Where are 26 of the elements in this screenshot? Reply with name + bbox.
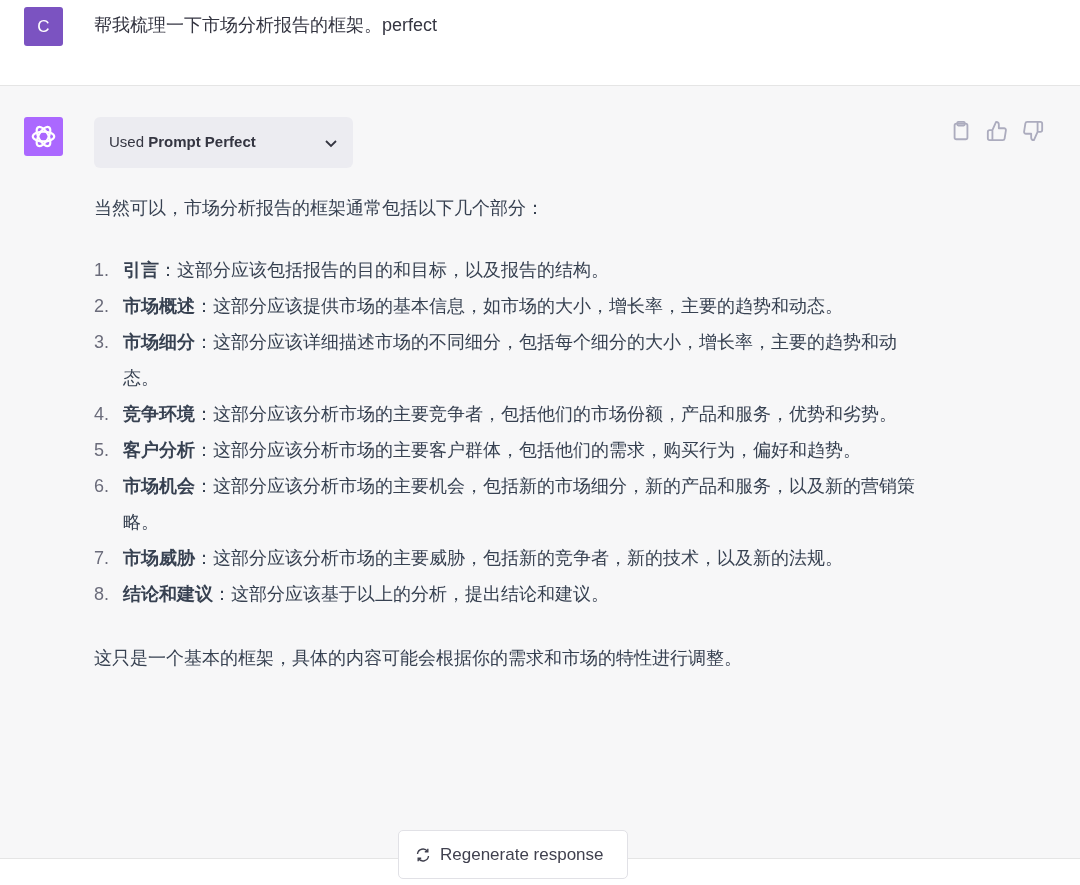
list-item-text: 竞争环境：这部分应该分析市场的主要竞争者，包括他们的市场份额，产品和服务，优势和劣势。 bbox=[123, 403, 897, 426]
user-message: 帮我梳理一下市场分析报告的框架。perfect bbox=[94, 14, 438, 37]
list-number: 6. bbox=[94, 475, 110, 498]
list-number: 1. bbox=[94, 259, 110, 282]
plugin-dropdown[interactable]: Used Prompt Perfect bbox=[94, 117, 353, 168]
list-item-text: 客户分析：这部分应该分析市场的主要客户群体，包括他们的需求，购买行为，偏好和趋势。 bbox=[123, 439, 861, 462]
list-number: 4. bbox=[94, 403, 110, 426]
list-number: 7. bbox=[94, 547, 110, 570]
list-number: 8. bbox=[94, 583, 110, 606]
regenerate-button[interactable]: Regenerate response bbox=[398, 830, 628, 879]
list-item-text: 市场机会：这部分应该分析市场的主要机会，包括新的市场细分，新的产品和服务，以及新的营销策略。 bbox=[123, 475, 916, 534]
user-avatar: C bbox=[24, 7, 63, 46]
refresh-icon bbox=[415, 846, 431, 863]
list-item-text: 市场威胁：这部分应该分析市场的主要威胁，包括新的竞争者，新的技术，以及新的法规。 bbox=[123, 547, 843, 570]
thumbs-down-icon[interactable] bbox=[1022, 120, 1044, 142]
thumbs-up-icon[interactable] bbox=[986, 120, 1008, 142]
assistant-logo-icon bbox=[24, 117, 63, 156]
list-item-text: 结论和建议：这部分应该基于以上的分析，提出结论和建议。 bbox=[123, 583, 609, 606]
response-paragraph: 这只是一个基本的框架，具体的内容可能会根据你的需求和市场的特性进行调整。 bbox=[94, 647, 743, 670]
list-number: 2. bbox=[94, 295, 110, 318]
list-item-text: 引言：这部分应该包括报告的目的和目标，以及报告的结构。 bbox=[123, 259, 609, 282]
list-item-text: 市场细分：这部分应该详细描述市场的不同细分，包括每个细分的大小，增长率，主要的趋势和动态。 bbox=[123, 331, 898, 390]
list-number: 3. bbox=[94, 331, 110, 354]
response-paragraph: 当然可以，市场分析报告的框架通常包括以下几个部分： bbox=[94, 197, 545, 220]
list-item-text: 市场概述：这部分应该提供市场的基本信息，如市场的大小，增长率，主要的趋势和动态。 bbox=[123, 295, 843, 318]
list-number: 5. bbox=[94, 439, 110, 462]
